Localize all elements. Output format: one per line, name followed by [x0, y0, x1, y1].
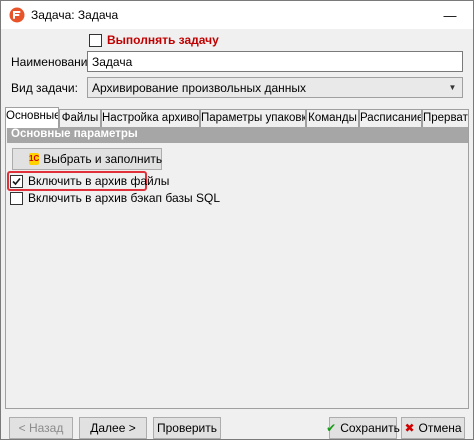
dialog-content: Выполнять задачу Наименование: Задача Ви… [1, 29, 473, 439]
general-tab-panel: Основные параметры 1С Выбрать и заполнит… [5, 127, 469, 409]
tab-files[interactable]: Файлы [59, 109, 101, 127]
name-field[interactable]: Задача [87, 51, 463, 72]
tab-strip: Основные Файлы Настройка архивов Парамет… [5, 107, 469, 128]
task-type-value: Архивирование произвольных данных [92, 81, 307, 95]
name-label: Наименование: [11, 55, 98, 69]
task-type-select[interactable]: Архивирование произвольных данных ▼ [87, 77, 463, 98]
task-dialog-window: Задача: Задача — Выполнять задачу Наимен… [0, 0, 474, 440]
execute-task-checkbox[interactable] [89, 33, 102, 47]
app-logo-icon [9, 7, 25, 23]
tab-packing-params[interactable]: Параметры упаковки [200, 109, 306, 127]
cancel-label: Отмена [418, 421, 462, 435]
include-files-checkbox[interactable] [10, 174, 23, 188]
onec-logo-icon: 1С [29, 153, 40, 165]
execute-task-label: Выполнять задачу [107, 33, 219, 47]
minimize-button[interactable]: — [427, 1, 473, 29]
chevron-down-icon[interactable]: ▼ [445, 80, 460, 95]
tab-abort[interactable]: Прервать [422, 109, 469, 127]
select-and-fill-label: Выбрать и заполнить [43, 152, 163, 166]
save-label: Сохранить [340, 421, 400, 435]
include-files-label: Включить в архив файлы [28, 174, 170, 188]
tab-schedule[interactable]: Расписание [359, 109, 422, 127]
include-files-option[interactable]: Включить в архив файлы [10, 174, 169, 188]
minimize-icon: — [443, 7, 457, 23]
checkmark-icon [12, 177, 21, 185]
title-bar[interactable]: Задача: Задача — [1, 1, 473, 29]
include-sql-backup-checkbox[interactable] [10, 191, 23, 205]
next-button[interactable]: Далее > [79, 417, 147, 439]
include-sql-backup-label: Включить в архив бэкап базы SQL [28, 191, 220, 205]
save-button[interactable]: ✔ Сохранить [326, 417, 400, 439]
execute-task-toggle[interactable]: Выполнять задачу [89, 33, 219, 47]
cancel-button[interactable]: ✖ Отмена [401, 417, 465, 439]
check-button[interactable]: Проверить [153, 417, 221, 439]
tab-general[interactable]: Основные [5, 107, 59, 128]
window-title: Задача: Задача [31, 8, 119, 22]
back-button[interactable]: < Назад [9, 417, 73, 439]
section-header-main-params: Основные параметры [7, 127, 468, 143]
include-sql-backup-option[interactable]: Включить в архив бэкап базы SQL [10, 191, 220, 205]
select-and-fill-button[interactable]: 1С Выбрать и заполнить [12, 148, 162, 170]
checkmark-icon: ✔ [326, 421, 337, 435]
tab-commands[interactable]: Команды [306, 109, 359, 127]
task-type-label: Вид задачи: [11, 81, 78, 95]
close-icon: ✖ [404, 421, 415, 435]
tab-archive-settings[interactable]: Настройка архивов [101, 109, 200, 127]
